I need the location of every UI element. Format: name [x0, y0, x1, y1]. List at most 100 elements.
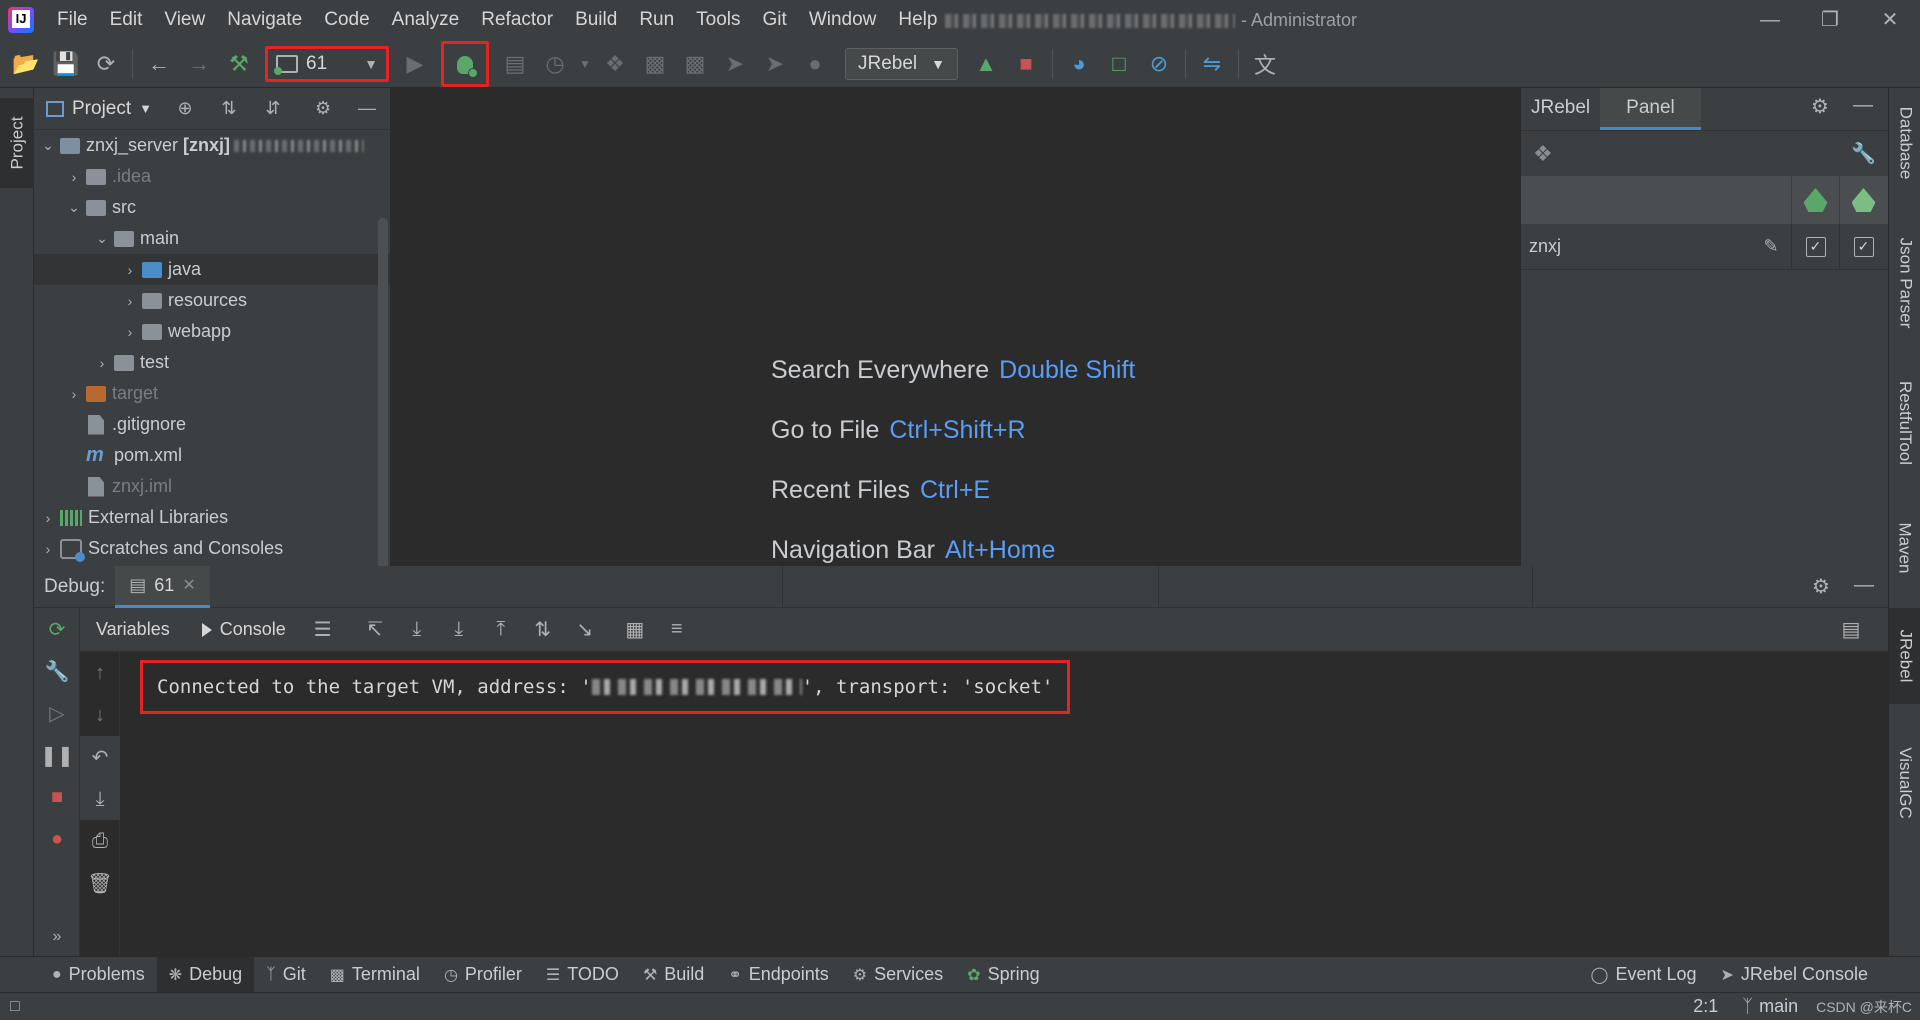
menu-file[interactable]: File: [46, 0, 99, 40]
up-arrow-icon[interactable]: ↑: [80, 652, 120, 694]
pause-icon[interactable]: ❚❚: [34, 734, 80, 776]
rerun-icon[interactable]: ⟳: [34, 608, 80, 650]
menu-navigate[interactable]: Navigate: [216, 0, 313, 40]
gear-icon[interactable]: ⚙: [1811, 94, 1829, 119]
menu-run[interactable]: Run: [628, 0, 685, 40]
drop-frame-icon[interactable]: ⇅: [522, 610, 564, 650]
menu-code[interactable]: Code: [313, 0, 380, 40]
tab-event-log[interactable]: ◯ Event Log: [1579, 957, 1709, 993]
chevron-right-icon[interactable]: ›: [64, 386, 84, 402]
wrench-icon[interactable]: 🔧: [1851, 141, 1876, 166]
database-tool-tab[interactable]: Database: [1889, 88, 1920, 198]
expand-all-icon[interactable]: ⇅: [212, 98, 246, 119]
resume-program-icon[interactable]: ▷: [34, 692, 80, 734]
restfultool-tool-tab[interactable]: RestfulTool: [1889, 358, 1920, 488]
more-icon[interactable]: »: [34, 916, 80, 958]
jrebel-rocket-icon[interactable]: ➤: [715, 44, 755, 84]
run-with-coverage-icon[interactable]: ▤: [495, 44, 535, 84]
menu-git[interactable]: Git: [752, 0, 798, 40]
column-jrebel-enabled[interactable]: [1791, 176, 1839, 224]
tree-item-idea[interactable]: › .idea: [34, 161, 390, 192]
chevron-down-icon[interactable]: ▼: [575, 44, 595, 84]
trace-icon[interactable]: ≡: [656, 610, 698, 650]
down-arrow-icon[interactable]: ↓: [80, 694, 120, 736]
open-folder-icon[interactable]: 📂: [6, 44, 46, 84]
back-arrow-icon[interactable]: ←: [139, 44, 179, 84]
menu-refactor[interactable]: Refactor: [470, 0, 564, 40]
menu-view[interactable]: View: [153, 0, 216, 40]
scroll-to-end-icon[interactable]: ⤓: [80, 778, 120, 820]
column-remote-enabled[interactable]: [1839, 176, 1887, 224]
tab-spring[interactable]: ✿ Spring: [955, 957, 1051, 993]
step-into-icon[interactable]: ⤓: [438, 610, 480, 650]
build-hammer-icon[interactable]: ⚒: [219, 44, 259, 84]
git-branch-name[interactable]: main: [1759, 996, 1798, 1017]
gear-icon[interactable]: ⚙: [1812, 574, 1830, 599]
maven-tool-tab[interactable]: Maven: [1889, 508, 1920, 588]
restore-layout-icon[interactable]: ▤: [1830, 610, 1872, 650]
jrebel-tool2-icon[interactable]: ▩: [675, 44, 715, 84]
remote-enabled-checkbox[interactable]: ✓: [1853, 236, 1874, 257]
tree-item-target[interactable]: › target: [34, 378, 390, 409]
tab-problems[interactable]: ● Problems: [40, 957, 157, 993]
tab-debug[interactable]: ❋ Debug: [156, 956, 255, 993]
tree-item-scratches[interactable]: › Scratches and Consoles: [34, 533, 390, 564]
tree-item-external-libraries[interactable]: › External Libraries: [34, 502, 390, 533]
tab-build[interactable]: ⚒ Build: [631, 957, 716, 993]
forward-arrow-icon[interactable]: →: [179, 44, 219, 84]
tree-item-webapp[interactable]: › webapp: [34, 316, 390, 347]
project-view-selector[interactable]: Project ▼: [46, 98, 152, 120]
print-icon[interactable]: ⎙: [80, 820, 120, 862]
jrebel-tool-tab[interactable]: JRebel: [1889, 608, 1920, 704]
chevron-right-icon[interactable]: ›: [64, 169, 84, 185]
menu-window[interactable]: Window: [798, 0, 888, 40]
run-to-cursor-icon[interactable]: ↘: [564, 610, 606, 650]
close-icon[interactable]: ✕: [182, 575, 195, 595]
tab-console[interactable]: Console: [186, 619, 302, 640]
tab-profiler[interactable]: ◷ Profiler: [432, 957, 534, 993]
forbidden-icon[interactable]: ⊘: [1139, 44, 1179, 84]
profile-icon[interactable]: ◷: [535, 44, 575, 84]
tree-item-module-root[interactable]: ⌄ znxj_server [znxj]: [34, 130, 390, 161]
toggle-tool-windows-icon[interactable]: □: [10, 998, 20, 1016]
hide-panel-icon[interactable]: —: [1853, 94, 1873, 117]
project-tool-tab[interactable]: Project: [0, 98, 34, 188]
tree-item-pom[interactable]: m pom.xml: [34, 440, 390, 471]
chevron-right-icon[interactable]: ›: [38, 510, 58, 526]
evaluate-expression-icon[interactable]: ▦: [614, 610, 656, 650]
run-configuration-selector[interactable]: 61 ▼: [265, 45, 389, 82]
show-execution-point-icon[interactable]: ↸: [354, 610, 396, 650]
run-play-icon[interactable]: ▶: [395, 44, 435, 84]
locate-target-icon[interactable]: ⊕: [168, 98, 202, 119]
code-link-icon[interactable]: ⇋: [1192, 44, 1232, 84]
tab-todo[interactable]: ☰ TODO: [534, 957, 631, 993]
chevron-right-icon[interactable]: ›: [38, 541, 58, 557]
jrebel-rocket-debug-icon[interactable]: ➤: [755, 44, 795, 84]
tab-git[interactable]: ᛉ Git: [254, 957, 318, 993]
chevron-down-icon[interactable]: ⌄: [92, 230, 112, 247]
tree-item-main[interactable]: ⌄ main: [34, 223, 390, 254]
stop-icon[interactable]: ■: [34, 776, 80, 818]
tab-terminal[interactable]: ▩ Terminal: [318, 957, 432, 993]
tree-item-gitignore[interactable]: .gitignore: [34, 409, 390, 440]
jrebel-tool-icon[interactable]: ▩: [635, 44, 675, 84]
tab-panel[interactable]: Panel: [1600, 88, 1701, 130]
debug-session-tab[interactable]: ▤ 61 ✕: [115, 565, 210, 608]
sync-icon[interactable]: ⟳: [86, 44, 126, 84]
menu-tools[interactable]: Tools: [685, 0, 751, 40]
tab-jrebel[interactable]: JRebel: [1521, 88, 1600, 130]
restore-button[interactable]: ❐: [1800, 0, 1860, 40]
menu-build[interactable]: Build: [564, 0, 628, 40]
close-window-button[interactable]: ✕: [1860, 0, 1920, 40]
collapse-all-icon[interactable]: ⇵: [256, 98, 290, 119]
step-over-icon[interactable]: ⤓: [396, 610, 438, 650]
menu-help[interactable]: Help: [887, 0, 948, 40]
chevron-down-icon[interactable]: ⌄: [64, 199, 84, 216]
save-all-icon[interactable]: 💾: [46, 44, 86, 84]
chevron-right-icon[interactable]: ›: [92, 355, 112, 371]
visualgc-tool-tab[interactable]: VisualGC: [1889, 728, 1920, 838]
translate-icon[interactable]: 文: [1245, 44, 1285, 84]
minimize-button[interactable]: —: [1740, 0, 1800, 40]
menu-analyze[interactable]: Analyze: [381, 0, 471, 40]
chevron-right-icon[interactable]: ›: [120, 293, 140, 309]
